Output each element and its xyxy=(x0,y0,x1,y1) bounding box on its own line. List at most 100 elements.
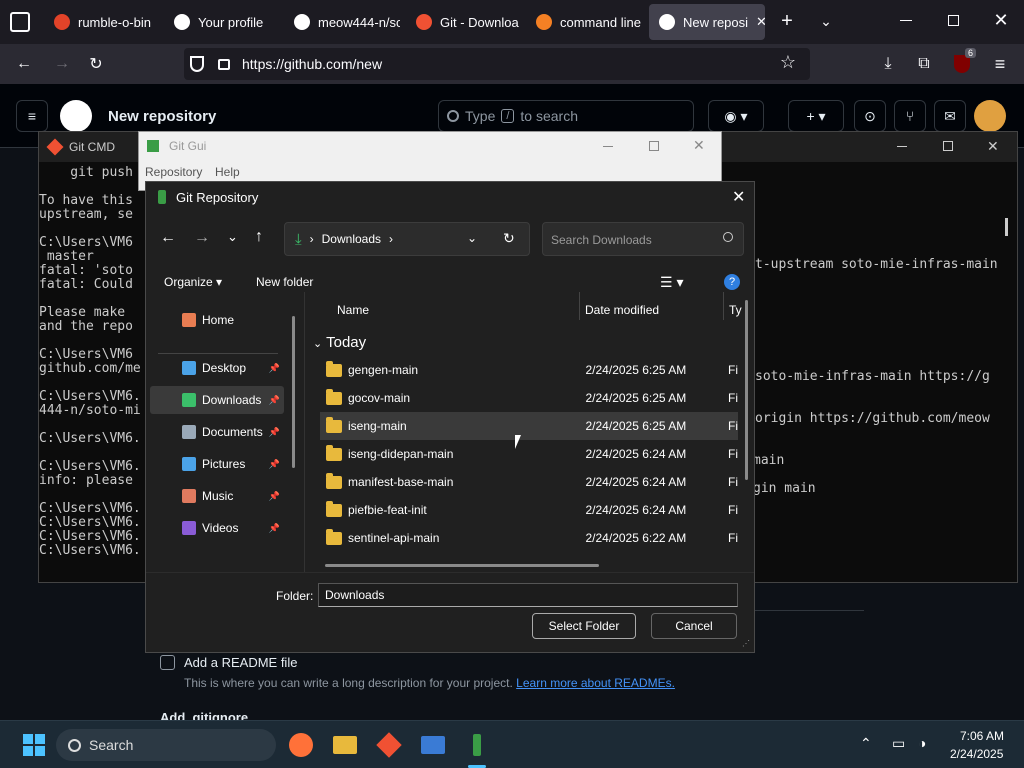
readme-learn-more-link[interactable]: Learn more about READMEs. xyxy=(516,676,675,690)
address-bar[interactable]: ⤓ › Downloads › ⌄ ↻ xyxy=(284,222,530,256)
readme-checkbox[interactable] xyxy=(160,655,175,670)
tab-overview-icon[interactable] xyxy=(10,12,30,32)
dialog-forward-button[interactable]: → xyxy=(194,229,210,247)
column-header-type[interactable]: Ty xyxy=(729,303,742,317)
browser-tab[interactable]: meow444-n/sc xyxy=(284,4,400,40)
dialog-close-button[interactable]: ✕ xyxy=(732,187,745,207)
pull-requests-icon[interactable]: ⑂ xyxy=(894,100,926,132)
new-folder-button[interactable]: New folder xyxy=(256,275,313,289)
sidebar-item-music[interactable]: Music 📌 xyxy=(150,482,284,510)
folder-input[interactable]: Downloads xyxy=(318,583,738,607)
back-button[interactable]: ← xyxy=(12,52,36,76)
copilot-button[interactable]: ◉ ▾ xyxy=(708,100,764,132)
file-row[interactable]: manifest-base-main 2/24/2025 6:24 AM Fi xyxy=(320,468,738,496)
inbox-icon[interactable]: ✉ xyxy=(934,100,966,132)
issues-icon[interactable]: ⊙ xyxy=(854,100,886,132)
chevron-down-icon: ⌄ xyxy=(313,338,323,350)
close-tab-icon[interactable]: ✕ xyxy=(756,14,765,30)
maximize-button[interactable] xyxy=(948,15,959,26)
git-gui-minimize-button[interactable] xyxy=(603,146,613,147)
app-menu-icon[interactable]: ≡ xyxy=(988,52,1012,76)
create-new-button[interactable]: + ▾ xyxy=(788,100,844,132)
cmd-minimize-button[interactable] xyxy=(897,146,907,147)
file-row[interactable]: gengen-main 2/24/2025 6:25 AM Fi xyxy=(320,356,738,384)
menu-help[interactable]: Help xyxy=(215,165,240,179)
browser-tab[interactable]: rumble-o-bin xyxy=(44,4,160,40)
select-folder-button[interactable]: Select Folder xyxy=(532,613,636,639)
organize-button[interactable]: Organize ▾ xyxy=(164,275,222,289)
lock-icon[interactable] xyxy=(218,59,230,70)
cmd-scrollbar[interactable] xyxy=(1005,218,1008,236)
address-dropdown-icon[interactable]: ⌄ xyxy=(467,231,477,245)
ublock-extension-icon[interactable]: 6 xyxy=(950,48,976,76)
file-row[interactable]: sentinel-api-main 2/24/2025 6:22 AM Fi xyxy=(320,524,738,552)
minimize-button[interactable] xyxy=(900,20,912,21)
file-row[interactable]: piefbie-feat-init 2/24/2025 6:24 AM Fi xyxy=(320,496,738,524)
forward-button[interactable]: → xyxy=(50,52,74,76)
github-logo-icon[interactable] xyxy=(60,100,92,132)
bookmark-star-icon[interactable]: ☆ xyxy=(780,52,796,73)
firefox-taskbar-icon[interactable] xyxy=(287,731,315,759)
avatar[interactable] xyxy=(974,100,1006,132)
column-header-name[interactable]: Name xyxy=(337,303,369,317)
downloads-icon[interactable]: ⤓ xyxy=(876,52,900,76)
search-input[interactable]: Type / to search xyxy=(438,100,694,132)
sidebar-item-videos[interactable]: Videos 📌 xyxy=(150,514,284,542)
terminal-taskbar-icon[interactable] xyxy=(419,731,447,759)
close-window-button[interactable]: ✕ xyxy=(992,10,1010,30)
show-hidden-icons-icon[interactable]: ⌃ xyxy=(860,735,872,752)
git-taskbar-icon[interactable] xyxy=(375,731,403,759)
refresh-icon[interactable]: ↻ xyxy=(503,230,515,247)
list-all-tabs-icon[interactable]: ⌄ xyxy=(816,10,836,32)
breadcrumb-downloads[interactable]: Downloads xyxy=(322,232,381,246)
clock-date[interactable]: 2/24/2025 xyxy=(950,747,1003,761)
sidebar-item-desktop[interactable]: Desktop 📌 xyxy=(150,354,284,382)
browser-tab[interactable]: Your profile xyxy=(164,4,276,40)
file-row[interactable]: iseng-main 2/24/2025 6:25 AM Fi xyxy=(320,412,738,440)
git-gui-close-button[interactable]: ✕ xyxy=(693,137,705,154)
menu-repository[interactable]: Repository xyxy=(145,165,202,179)
browser-tab[interactable]: New reposi ✕ xyxy=(649,4,765,40)
up-button[interactable]: ↑ xyxy=(255,228,263,246)
extensions-icon[interactable]: ⧉ xyxy=(912,52,936,76)
start-button[interactable] xyxy=(20,731,48,759)
file-row[interactable]: gocov-main 2/24/2025 6:25 AM Fi xyxy=(320,384,738,412)
git-gui-maximize-button[interactable] xyxy=(649,141,659,151)
sidebar-item-home[interactable]: Home xyxy=(150,306,284,334)
search-downloads-input[interactable]: Search Downloads xyxy=(542,222,744,256)
cmd-close-button[interactable]: ✕ xyxy=(987,138,999,155)
new-tab-button[interactable]: + xyxy=(776,10,798,32)
shield-icon[interactable] xyxy=(190,56,204,72)
git-gui-taskbar-icon[interactable] xyxy=(463,731,491,759)
column-header-date[interactable]: Date modified xyxy=(585,303,659,317)
search-icon[interactable] xyxy=(723,232,733,242)
sidebar-item-pictures[interactable]: Pictures 📌 xyxy=(150,450,284,478)
browser-tab[interactable]: command line xyxy=(526,4,644,40)
recent-locations-icon[interactable]: ⌄ xyxy=(227,229,238,245)
url-bar[interactable]: https://github.com/new ☆ xyxy=(184,48,810,80)
view-options-icon[interactable]: ☰ ▾ xyxy=(660,274,683,291)
volume-icon[interactable]: ◑ xyxy=(918,735,926,751)
dialog-back-button[interactable]: ← xyxy=(160,229,176,247)
horizontal-scrollbar[interactable] xyxy=(325,564,599,567)
url-text[interactable]: https://github.com/new xyxy=(242,56,382,72)
reload-button[interactable]: ↻ xyxy=(84,52,108,76)
sidebar-scrollbar[interactable] xyxy=(292,316,295,468)
group-header-today[interactable]: ⌄ Today xyxy=(313,334,366,351)
sidebar-item-downloads[interactable]: Downloads 📌 xyxy=(150,386,284,414)
folder-icon xyxy=(326,416,342,433)
file-list-scrollbar[interactable] xyxy=(745,300,748,480)
sidebar-item-documents[interactable]: Documents 📌 xyxy=(150,418,284,446)
network-icon[interactable]: ▭ xyxy=(892,735,905,752)
file-row[interactable]: iseng-didepan-main 2/24/2025 6:24 AM Fi xyxy=(320,440,738,468)
file-explorer-taskbar-icon[interactable] xyxy=(331,731,359,759)
help-icon[interactable]: ? xyxy=(724,274,740,290)
hamburger-menu-button[interactable]: ≡ xyxy=(16,100,48,132)
cmd-maximize-button[interactable] xyxy=(943,141,953,151)
cancel-button[interactable]: Cancel xyxy=(651,613,737,639)
taskbar-search-box[interactable]: Search xyxy=(56,729,276,761)
resize-grip-icon[interactable]: ⋰ xyxy=(742,639,750,648)
browser-tab[interactable]: Git - Downloa xyxy=(406,4,522,40)
cmd-line xyxy=(39,222,141,236)
clock-time[interactable]: 7:06 AM xyxy=(960,729,1004,743)
